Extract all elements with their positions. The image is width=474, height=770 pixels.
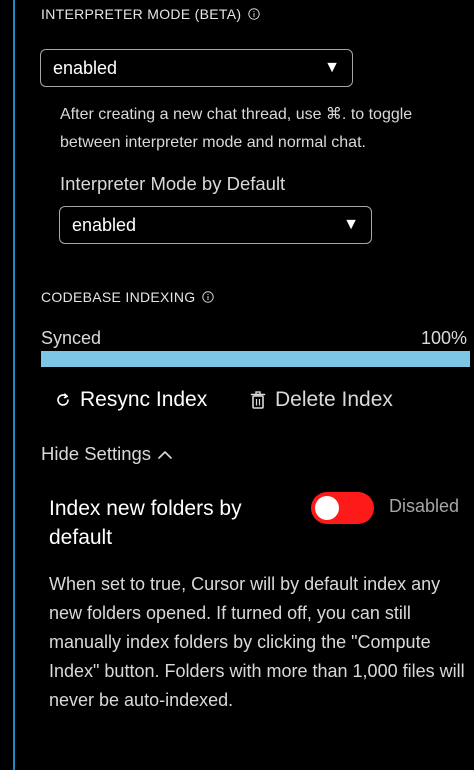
delete-index-button[interactable]: Delete Index [249,388,393,412]
info-icon[interactable] [202,291,215,303]
interpreter-help-text: After creating a new chat thread, use ⌘.… [60,106,413,151]
hide-settings-button[interactable]: Hide Settings [41,443,173,465]
resync-index-label: Resync Index [80,388,208,411]
caret-down-icon: ▼ [343,216,359,233]
refresh-icon [54,391,72,409]
interpreter-section-label: INTERPRETER MODE (BETA) [41,6,242,22]
delete-index-label: Delete Index [275,388,393,411]
toggle-knob [315,496,339,520]
info-icon[interactable] [248,8,261,20]
trash-icon [249,391,267,409]
interpreter-default-value: enabled [72,214,137,235]
indexing-section-title: CODEBASE INDEXING [41,289,215,305]
index-progress-fill [41,351,470,367]
index-status-label: Synced [41,328,102,348]
index-new-folders-title: Index new folders by default [49,497,242,549]
toggle-status-label: Disabled [389,496,460,516]
index-progress-percent: 100% [421,328,468,348]
index-new-folders-toggle[interactable] [311,492,374,524]
interpreter-mode-select[interactable]: enabled ▼ [40,49,353,87]
caret-down-icon: ▼ [324,59,340,76]
interpreter-section-title: INTERPRETER MODE (BETA) [41,6,261,22]
index-new-folders-description: When set to true, Cursor will by default… [49,574,465,710]
chevron-up-icon [157,443,173,465]
interpreter-default-label: Interpreter Mode by Default [60,173,286,194]
index-progress-bar [41,351,470,367]
resync-index-button[interactable]: Resync Index [54,388,207,412]
settings-panel: INTERPRETER MODE (BETA) enabled ▼ After … [0,0,474,770]
interpreter-mode-value: enabled [53,57,118,78]
hide-settings-label: Hide Settings [41,443,152,464]
indexing-section-label: CODEBASE INDEXING [41,289,196,305]
interpreter-default-select[interactable]: enabled ▼ [59,206,372,244]
panel-accent-border [13,0,15,770]
